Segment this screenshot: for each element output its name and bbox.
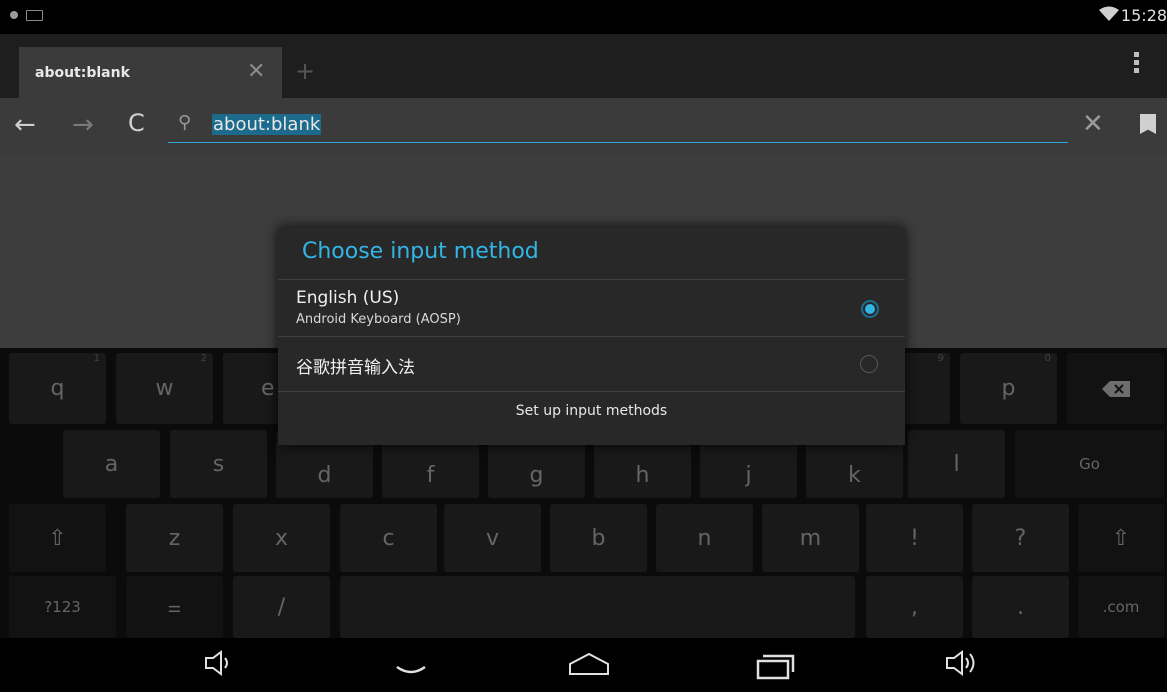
bookmark-icon[interactable] — [1140, 114, 1156, 134]
back-icon[interactable]: ← — [14, 112, 36, 138]
divider — [278, 391, 905, 392]
notification-dot-icon — [10, 11, 18, 19]
dialog-title: Choose input method — [302, 239, 539, 264]
option-english-us[interactable]: English (US) Android Keyboard (AOSP) — [278, 280, 905, 336]
hide-keyboard-icon[interactable] — [395, 656, 427, 684]
radio-selected[interactable] — [861, 300, 879, 318]
setup-input-methods-button[interactable]: Set up input methods — [278, 403, 905, 419]
option-title: 谷歌拼音输入法 — [296, 358, 415, 378]
radio-unselected[interactable] — [860, 355, 878, 373]
url-input[interactable]: about:blank — [168, 112, 1068, 143]
url-text: about:blank — [212, 114, 322, 135]
forward-icon[interactable]: → — [72, 112, 94, 138]
wifi-icon — [1099, 6, 1119, 21]
option-google-pinyin[interactable]: 谷歌拼音输入法 — [278, 337, 905, 391]
new-tab-icon[interactable]: + — [295, 59, 315, 83]
clock: 15:28 — [1120, 6, 1167, 25]
option-title: English (US) — [296, 288, 400, 308]
volume-up-icon[interactable] — [944, 648, 980, 683]
volume-down-icon[interactable] — [203, 648, 233, 683]
choose-input-method-dialog: Choose input method English (US) Android… — [278, 227, 905, 445]
clear-icon[interactable]: ✕ — [1082, 111, 1104, 137]
keyboard-icon — [26, 10, 43, 21]
browser-tab[interactable]: about:blank ✕ — [19, 47, 282, 98]
navigation-bar — [0, 638, 1167, 692]
home-icon[interactable] — [567, 652, 611, 681]
search-icon: ⚲ — [178, 112, 192, 133]
reload-icon[interactable]: C — [128, 111, 145, 135]
overflow-menu-icon[interactable] — [1134, 52, 1140, 76]
status-bar: 15:28 — [0, 0, 1167, 34]
option-subtitle: Android Keyboard (AOSP) — [296, 312, 461, 327]
url-bar: ← → C about:blank ⚲ ✕ — [0, 98, 1167, 154]
close-tab-icon[interactable]: ✕ — [247, 61, 265, 83]
tab-strip: about:blank ✕ + — [0, 34, 1167, 98]
recents-icon[interactable] — [755, 652, 795, 685]
tab-title: about:blank — [35, 65, 130, 81]
